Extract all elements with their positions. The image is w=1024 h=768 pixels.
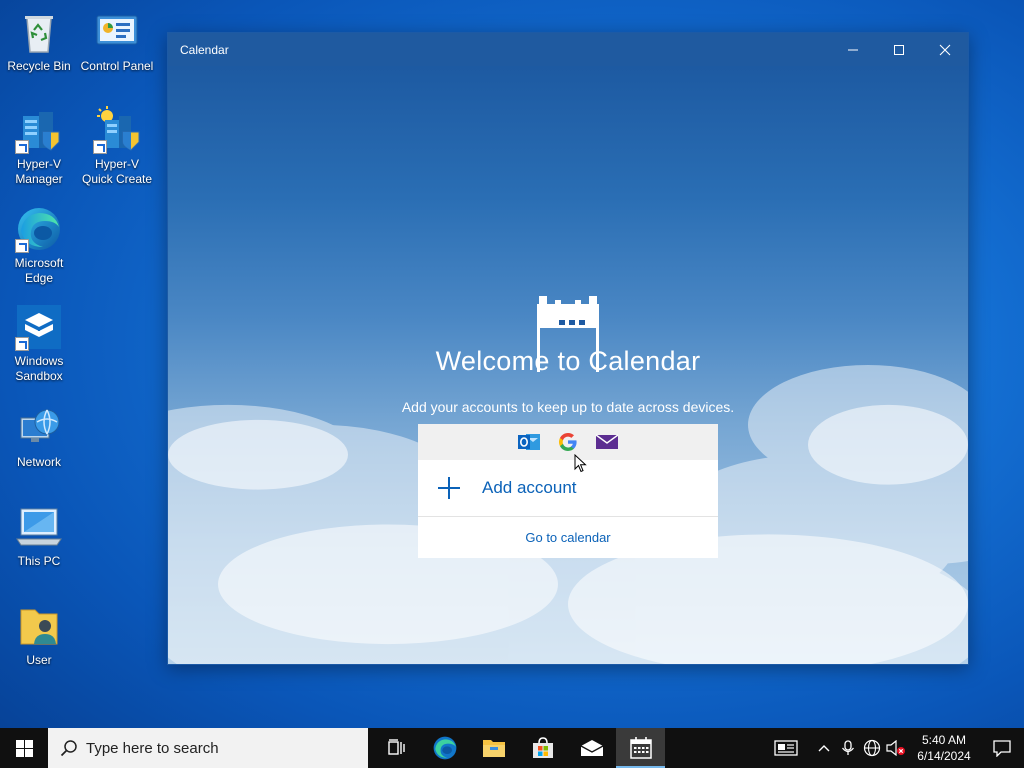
shortcut-arrow-icon xyxy=(15,140,29,154)
desktop-icon-control-panel[interactable]: Control Panel xyxy=(79,8,155,74)
desktop-icon-label: Windows Sandbox xyxy=(14,354,64,383)
start-button[interactable] xyxy=(0,728,48,768)
taskbar-mail-button[interactable] xyxy=(567,728,616,768)
edge-icon xyxy=(433,736,456,760)
volume-button[interactable] xyxy=(884,728,908,768)
close-icon xyxy=(939,44,951,55)
clock-time: 5:40 AM xyxy=(921,733,967,747)
notification-icon xyxy=(993,740,1011,757)
close-button[interactable] xyxy=(922,33,968,66)
desktop-icon-label: Control Panel xyxy=(80,59,154,73)
desktop-icon-hyperv-quick-create[interactable]: Hyper-V Quick Create xyxy=(79,106,155,187)
shortcut-arrow-icon xyxy=(15,239,29,253)
taskbar-clock[interactable]: 5:40 AM 6/14/2024 xyxy=(908,732,980,764)
google-icon[interactable] xyxy=(558,432,578,452)
calendar-icon xyxy=(629,737,652,759)
desktop-icon-label: Hyper-V Manager xyxy=(15,157,63,186)
action-center-button[interactable] xyxy=(980,728,1024,768)
show-hidden-icons-button[interactable] xyxy=(812,728,836,768)
window-title: Calendar xyxy=(180,42,229,57)
desktop-icon-hyperv-manager[interactable]: Hyper-V Manager xyxy=(1,106,77,187)
taskbar-store-button[interactable] xyxy=(518,728,567,768)
recycle-bin-icon xyxy=(15,8,63,56)
control-panel-icon xyxy=(93,8,141,56)
shortcut-arrow-icon xyxy=(15,337,29,351)
windows-logo-icon xyxy=(15,739,33,757)
minimize-icon xyxy=(848,49,858,50)
desktop-icon-label: Recycle Bin xyxy=(7,59,71,73)
search-icon xyxy=(60,740,77,757)
store-icon xyxy=(532,737,553,758)
maximize-button[interactable] xyxy=(876,33,922,66)
mail-icon xyxy=(580,740,603,756)
mail-icon[interactable] xyxy=(596,434,618,450)
shortcut-arrow-icon xyxy=(93,140,107,154)
desktop-icon-microsoft-edge[interactable]: Microsoft Edge xyxy=(1,205,77,286)
hyperv-quick-create-icon xyxy=(93,106,141,154)
taskbar-calendar-button[interactable] xyxy=(616,728,665,768)
add-account-label: Add account xyxy=(482,478,577,497)
system-tray: 5:40 AM 6/14/2024 xyxy=(766,728,1024,768)
provider-icons-row xyxy=(418,424,718,460)
calendar-welcome-view: Welcome to Calendar Add your accounts to… xyxy=(168,66,968,664)
windows-sandbox-icon xyxy=(15,303,63,351)
computer-icon xyxy=(15,503,63,551)
news-icon xyxy=(774,740,798,756)
desktop-icon-label: Microsoft Edge xyxy=(14,256,64,285)
desktop-icon-user[interactable]: User xyxy=(1,602,77,668)
welcome-title: Welcome to Calendar xyxy=(435,346,701,376)
mouse-cursor-icon xyxy=(574,454,587,473)
welcome-subtitle: Add your accounts to keep up to date acr… xyxy=(401,399,735,415)
meet-now-button[interactable] xyxy=(836,728,860,768)
volume-muted-icon xyxy=(886,740,905,756)
desktop-icon-this-pc[interactable]: This PC xyxy=(1,503,77,569)
add-account-button[interactable]: Add account xyxy=(418,460,718,517)
globe-icon xyxy=(863,739,881,757)
clock-date: 6/14/2024 xyxy=(917,749,971,763)
maximize-icon xyxy=(894,44,904,55)
taskbar: Type here to search 5:40 AM 6/14/2024 xyxy=(0,728,1024,768)
task-view-icon xyxy=(387,739,405,755)
edge-icon xyxy=(15,205,63,253)
network-status-button[interactable] xyxy=(860,728,884,768)
task-view-button[interactable] xyxy=(371,728,420,768)
desktop-icon-windows-sandbox[interactable]: Windows Sandbox xyxy=(1,303,77,384)
microphone-icon xyxy=(841,740,855,755)
hyperv-manager-icon xyxy=(15,106,63,154)
desktop-icon-label: This PC xyxy=(17,554,61,568)
folder-icon xyxy=(482,740,505,757)
outlook-icon[interactable] xyxy=(518,432,540,452)
chevron-up-icon xyxy=(818,745,830,752)
desktop-icon-recycle-bin[interactable]: Recycle Bin xyxy=(1,8,77,74)
search-placeholder: Type here to search xyxy=(86,739,219,757)
calendar-window[interactable]: Calendar Welcome to Calendar Add your ac… xyxy=(167,32,969,665)
go-to-calendar-link[interactable]: Go to calendar xyxy=(418,517,718,557)
minimize-button[interactable] xyxy=(830,33,876,66)
desktop-icon-label: User xyxy=(26,653,52,667)
desktop-icon-label: Hyper-V Quick Create xyxy=(81,157,153,186)
taskbar-file-explorer-button[interactable] xyxy=(469,728,518,768)
desktop-icon-label: Network xyxy=(16,455,61,469)
desktop-icon-network[interactable]: Network xyxy=(1,404,77,470)
taskbar-search-box[interactable]: Type here to search xyxy=(48,728,368,768)
taskbar-edge-button[interactable] xyxy=(420,728,469,768)
add-account-card: Add account Go to calendar xyxy=(418,424,718,558)
plus-icon xyxy=(438,477,460,499)
user-folder-icon xyxy=(15,602,63,650)
news-widget-button[interactable] xyxy=(766,728,806,768)
window-titlebar[interactable]: Calendar xyxy=(168,33,968,66)
network-icon xyxy=(15,404,63,452)
